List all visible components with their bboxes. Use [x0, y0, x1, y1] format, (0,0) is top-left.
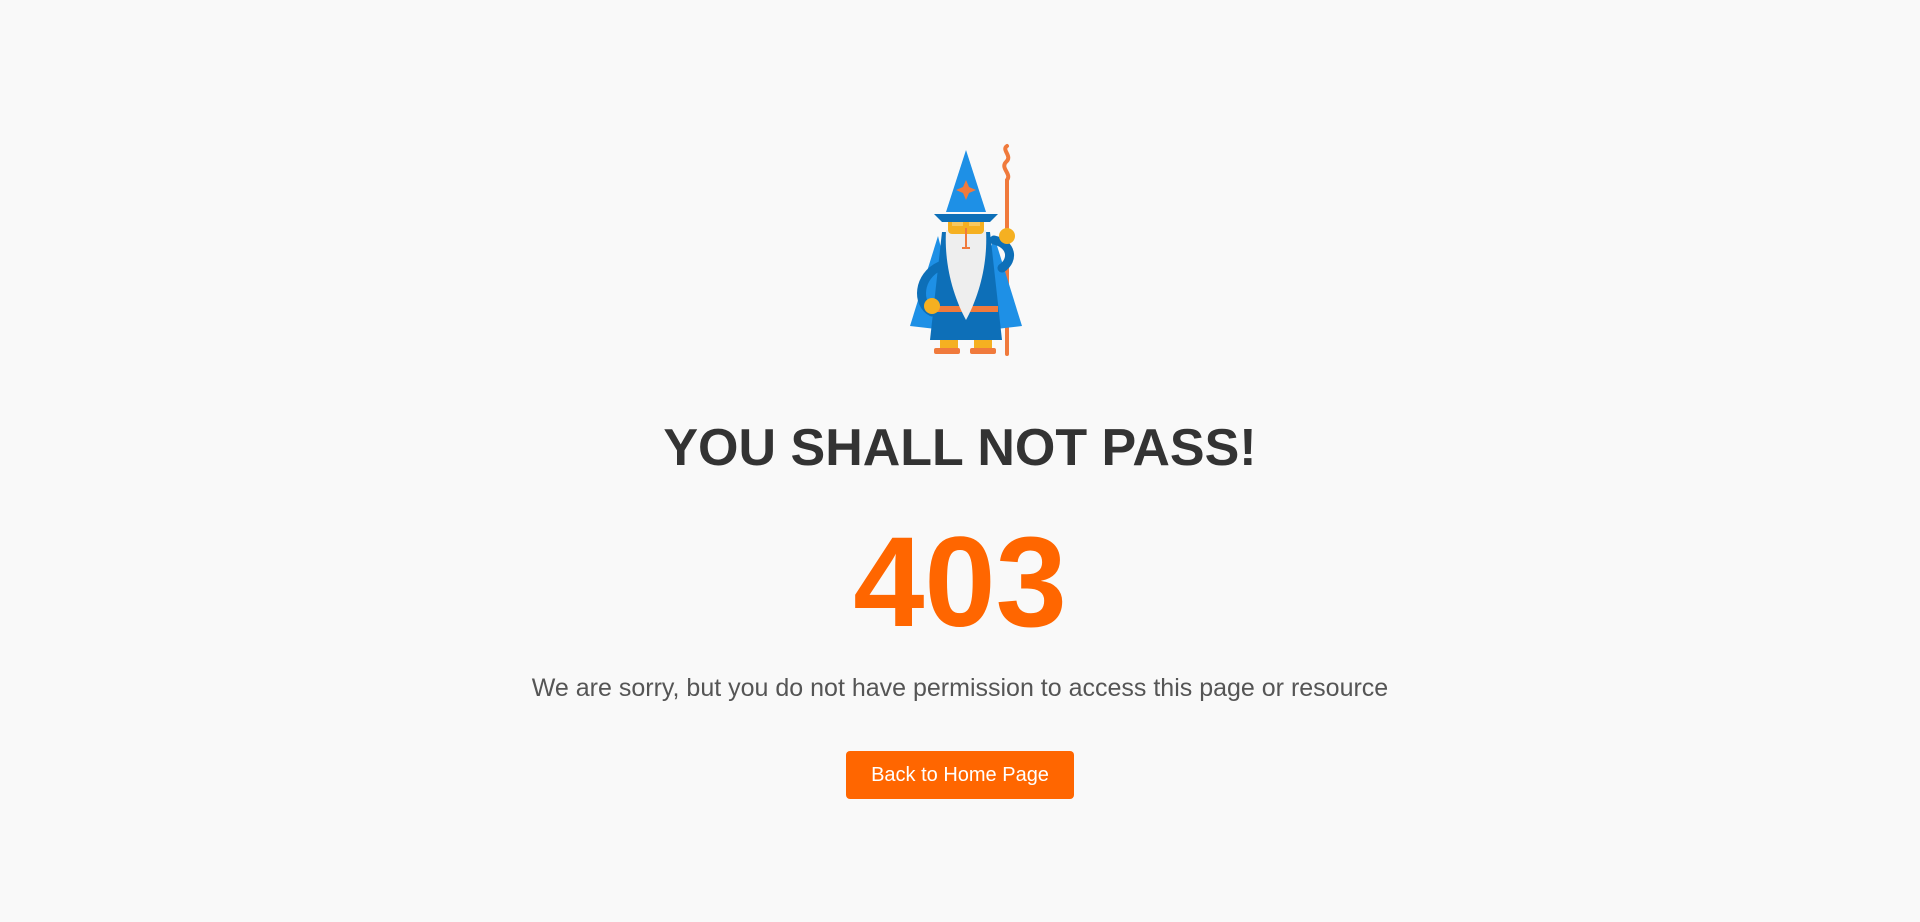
error-page: YOU SHALL NOT PASS! 403 We are sorry, bu… — [0, 0, 1920, 922]
wizard-icon — [890, 136, 1050, 368]
back-to-home-button[interactable]: Back to Home Page — [846, 751, 1074, 799]
error-code: 403 — [853, 511, 1067, 654]
error-message: We are sorry, but you do not have permis… — [531, 674, 1389, 702]
error-title: YOU SHALL NOT PASS! — [663, 419, 1257, 477]
